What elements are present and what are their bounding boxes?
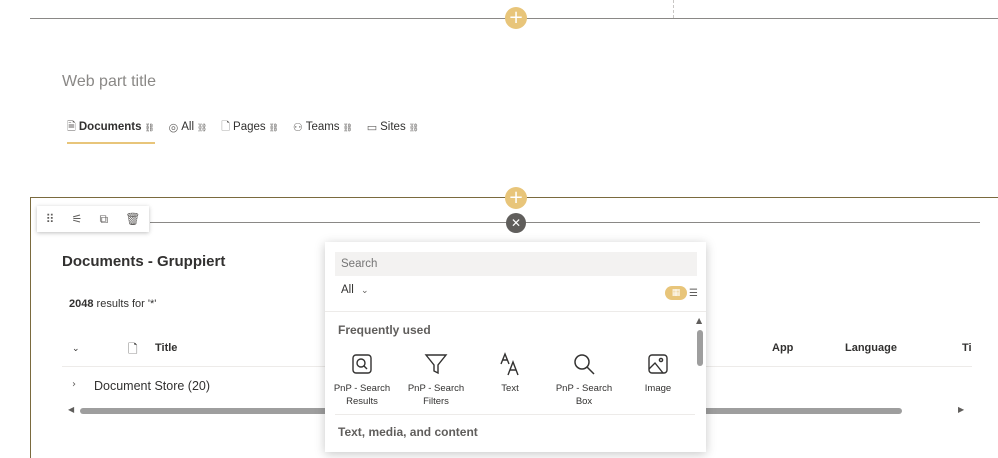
picker-scroll-thumb[interactable]	[697, 330, 703, 366]
column-divider	[673, 0, 674, 18]
tile-label: Text	[501, 383, 519, 394]
tab-pages[interactable]: 🗋 Pages ⛓	[221, 118, 279, 136]
frequently-used-heading: Frequently used	[338, 323, 431, 337]
tab-teams[interactable]: ⚇ Teams ⛓	[293, 118, 353, 136]
duplicate-icon[interactable]: ⧉	[99, 212, 108, 227]
filter-label: All	[341, 284, 354, 296]
tab-label: Pages	[233, 121, 266, 133]
column-header-title[interactable]: Title	[155, 342, 177, 354]
tile-search-results[interactable]: PnP - Search Results	[325, 352, 399, 408]
tile-label: PnP - Search Results	[333, 383, 391, 407]
tile-search-filters[interactable]: PnP - Search Filters	[399, 352, 473, 408]
group-row-label: Document Store (20)	[94, 379, 211, 393]
tab-label: Documents	[78, 121, 142, 133]
column-header-app[interactable]: App	[772, 342, 793, 354]
drag-handle-icon[interactable]: ⠿	[46, 212, 55, 226]
add-section-button[interactable]: +	[505, 187, 527, 209]
tab-all[interactable]: ◎ All ⛓	[169, 118, 208, 136]
grid-view-icon[interactable]: ▦	[665, 286, 687, 300]
tiles-divider	[335, 414, 695, 415]
tab-documents[interactable]: 🗎 Documents ⛓	[67, 118, 155, 144]
link-icon: ⛓	[342, 122, 353, 132]
webpart-picker: All ⌄ ▦ ☰ Frequently used PnP - Search R…	[325, 242, 706, 452]
search-results-icon	[352, 354, 372, 374]
picker-filter-dropdown[interactable]: All ⌄	[341, 284, 369, 296]
sites-icon: ▭	[366, 120, 378, 134]
add-section-button-top[interactable]: +	[505, 7, 527, 29]
image-icon	[648, 354, 668, 374]
delete-icon[interactable]: 🗑	[125, 212, 140, 226]
list-view-icon[interactable]: ☰	[689, 288, 698, 299]
text-media-heading: Text, media, and content	[338, 425, 478, 439]
link-icon: ⛓	[197, 122, 208, 132]
view-toggle: ▦ ☰	[665, 286, 698, 300]
tab-label: Teams	[305, 121, 340, 133]
text-icon	[500, 352, 519, 376]
tab-label: Sites	[380, 121, 406, 133]
tab-sites[interactable]: ▭ Sites ⛓	[367, 118, 419, 136]
globe-icon: ◎	[168, 120, 179, 134]
column-header-ti[interactable]: Ti	[962, 342, 972, 354]
vertical-tabs: 🗎 Documents ⛓ ◎ All ⛓ 🗋 Pages ⛓ ⚇ Teams …	[67, 118, 419, 144]
tile-text[interactable]: Text	[473, 352, 547, 395]
scroll-left-icon[interactable]: ◀	[68, 405, 74, 414]
link-icon: ⛓	[408, 122, 419, 132]
tile-label: PnP - Search Box	[555, 383, 613, 407]
picker-divider	[325, 311, 706, 312]
tab-label: All	[181, 121, 195, 133]
tile-image[interactable]: Image	[621, 352, 695, 395]
file-type-icon: 🗋	[128, 342, 138, 356]
filter-icon	[424, 354, 448, 375]
close-picker-button[interactable]: ✕	[506, 213, 526, 233]
section-title: Documents - Gruppiert	[62, 253, 226, 270]
page-icon: 🗋	[221, 119, 231, 133]
results-summary: 2048 results for '*'	[69, 298, 156, 310]
scroll-right-icon[interactable]: ▶	[958, 405, 964, 414]
results-suffix: results for '*'	[93, 298, 157, 310]
group-row[interactable]: › Document Store (20)	[72, 379, 210, 393]
tile-search-box[interactable]: PnP - Search Box	[547, 352, 621, 408]
edit-properties-icon[interactable]: ⚟	[72, 212, 83, 226]
picker-search-input[interactable]	[335, 252, 697, 276]
search-icon	[574, 354, 595, 375]
webpart-divider	[150, 222, 980, 223]
document-icon: 🗎	[67, 119, 76, 133]
tile-label: Image	[644, 383, 672, 394]
picker-scrollbar[interactable]: ▲	[695, 316, 705, 452]
expand-chevron-icon[interactable]: ›	[72, 379, 76, 393]
results-count: 2048	[69, 298, 94, 310]
tile-label: PnP - Search Filters	[407, 383, 465, 407]
scroll-up-icon[interactable]: ▲	[696, 316, 702, 325]
webpart-title: Web part title	[62, 73, 156, 90]
link-icon: ⛓	[144, 122, 155, 132]
link-icon: ⛓	[268, 122, 279, 132]
teams-icon: ⚇	[292, 120, 303, 134]
column-header-language[interactable]: Language	[845, 342, 897, 354]
chevron-down-icon: ⌄	[360, 286, 369, 296]
expand-all-chevron-icon[interactable]: ⌄	[72, 344, 80, 354]
webpart-toolbar: ⠿ ⚟ ⧉ 🗑	[37, 206, 149, 232]
